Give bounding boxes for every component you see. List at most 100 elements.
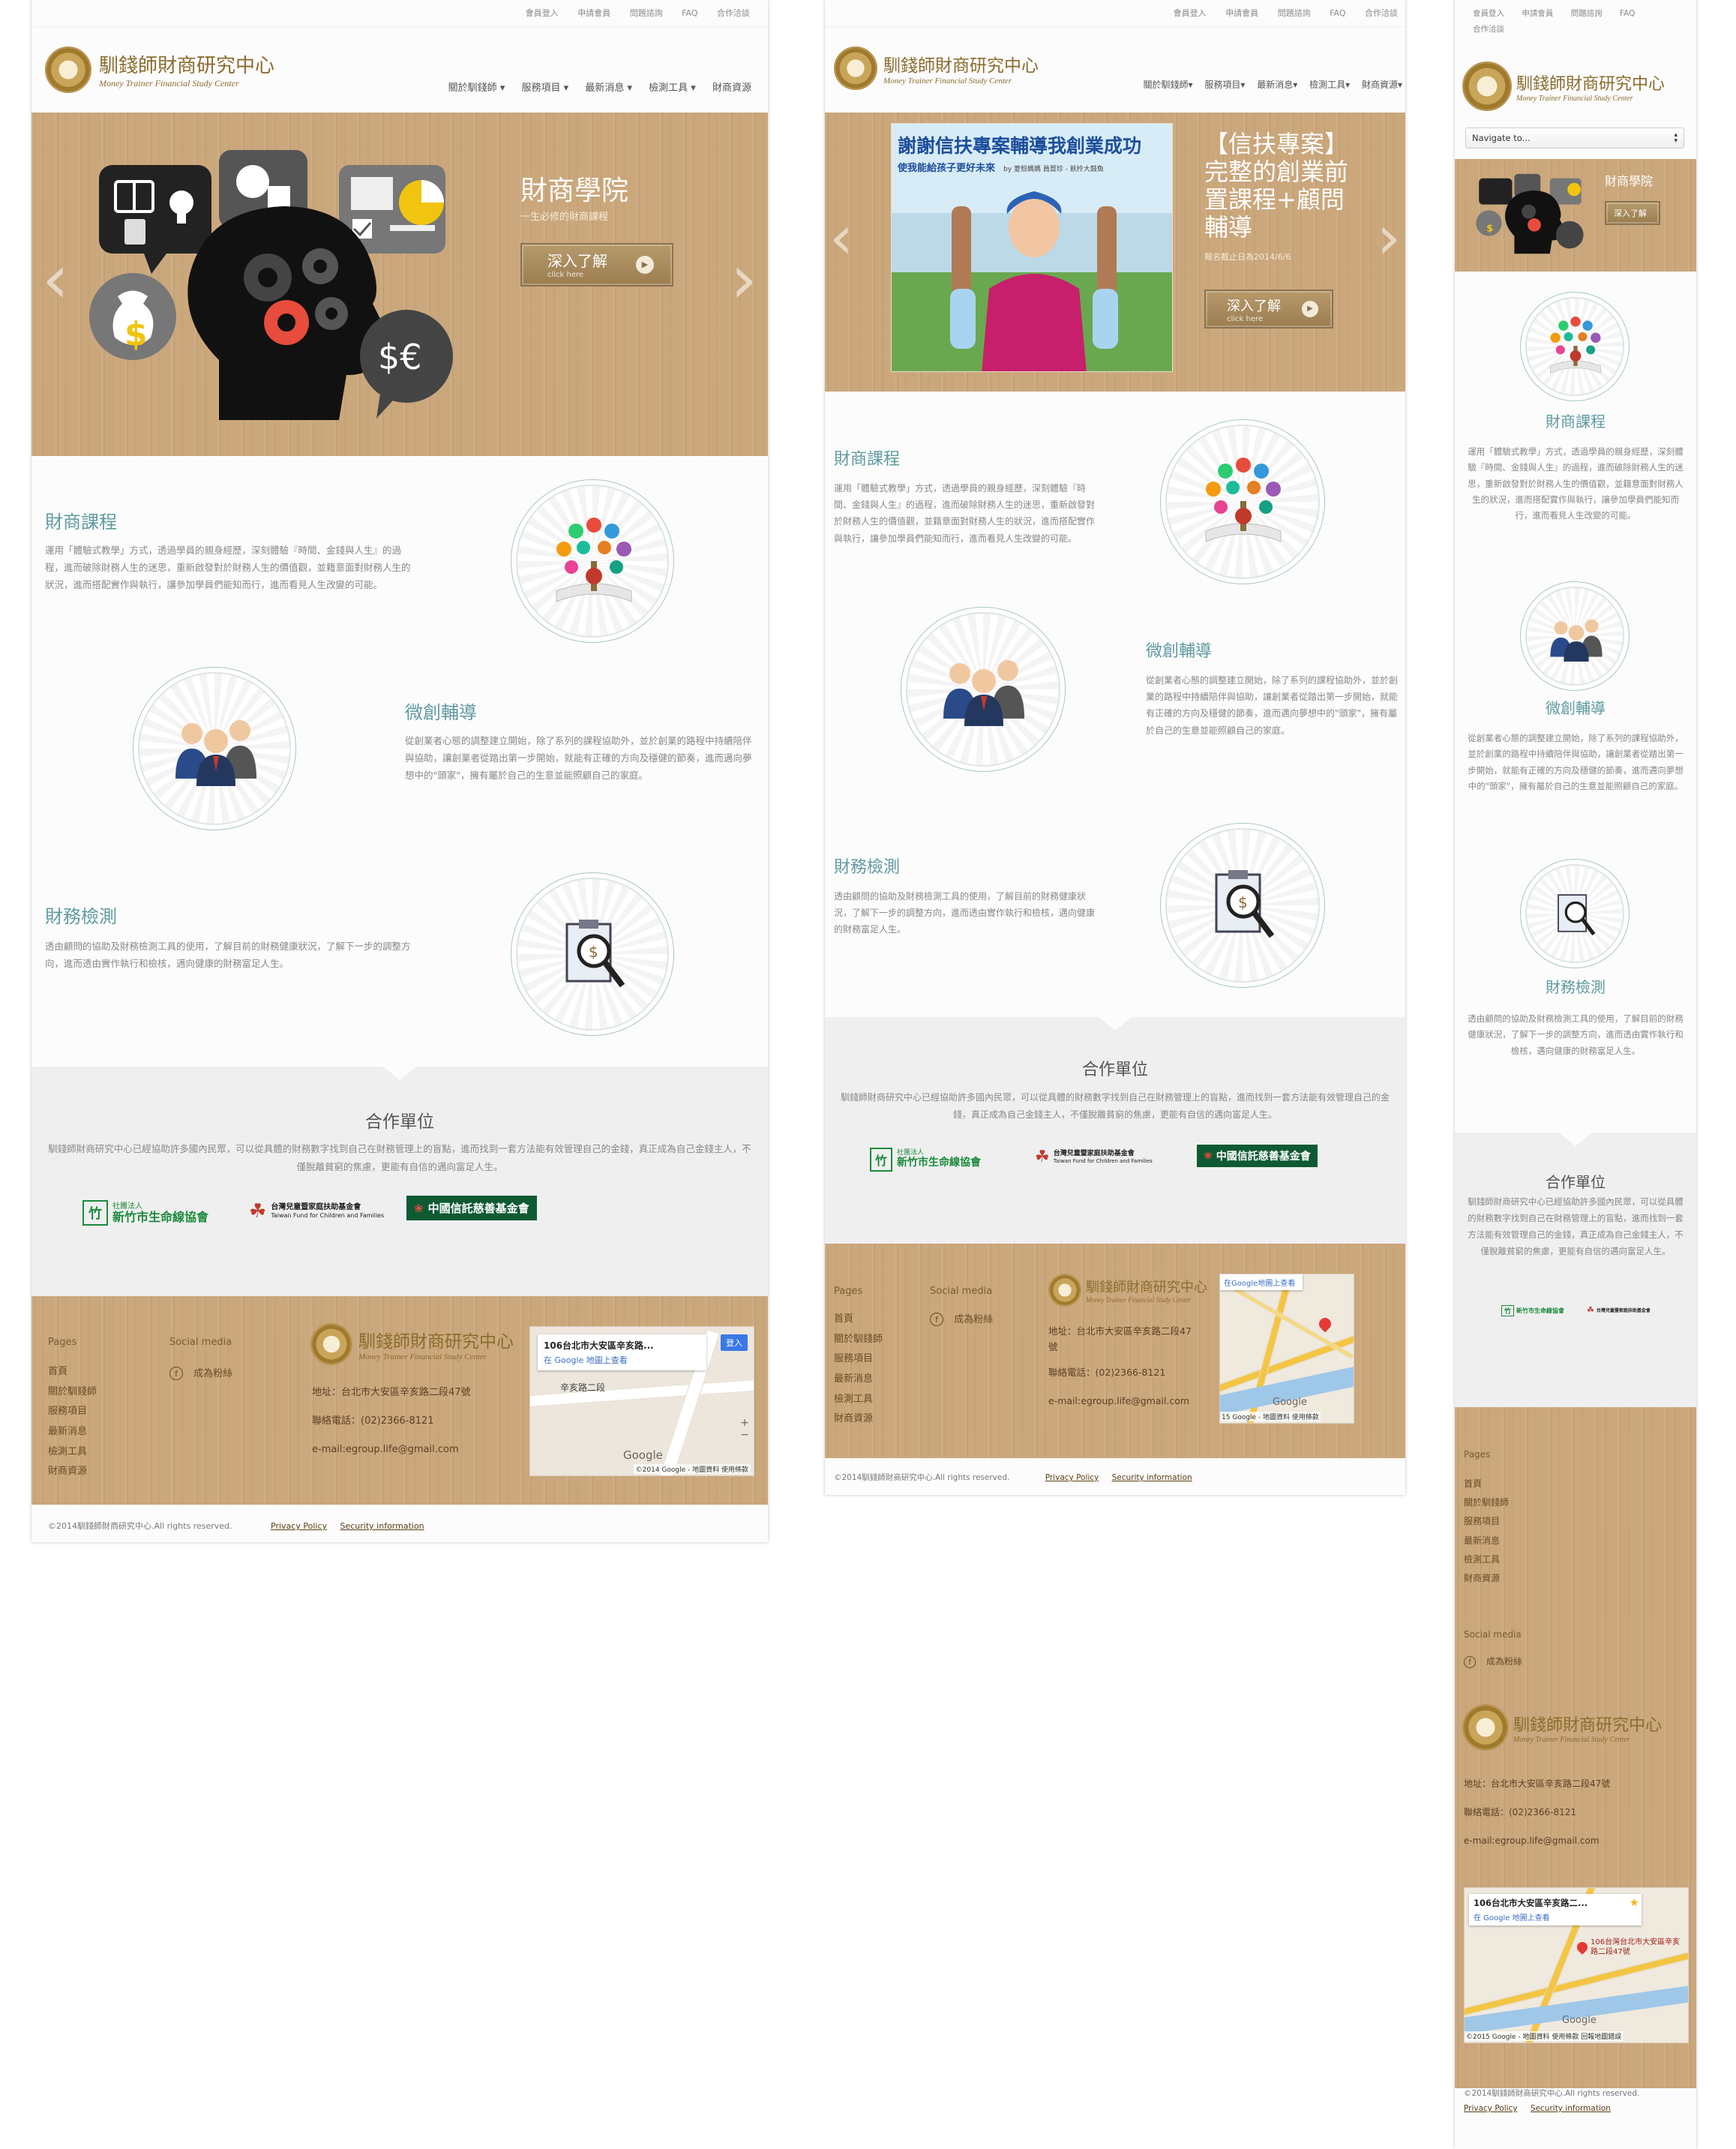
footer-fan-link[interactable]: f 成為粉絲 (169, 1365, 232, 1380)
nav-item-tools[interactable]: 檢測工具 ▾ (649, 83, 696, 94)
slider-prev-arrow[interactable]: ‹ (42, 240, 69, 319)
partner-logo-ctbc[interactable]: ❀ 中國信託慈善基金會 (406, 1196, 537, 1220)
privacy-link[interactable]: Privacy Policy (271, 1521, 327, 1531)
nav-item-about[interactable]: 關於馴錢師 ▾ (448, 83, 505, 94)
privacy-link[interactable]: Privacy Policy (1464, 2104, 1518, 2113)
topbar-link-faq[interactable]: FAQ (1620, 9, 1635, 18)
topbar-link-cooperation[interactable]: 合作洽談 (717, 0, 750, 27)
topbar-link-faq[interactable]: FAQ (1330, 0, 1345, 27)
nav-item-resources[interactable]: 財商資源▾ (1362, 80, 1402, 90)
hero-more-button[interactable]: 深入了解 (1605, 201, 1660, 225)
partner-logo-tfcf[interactable]: ☘ 台灣兒童暨家庭扶助基金會 Taiwan Fund for Children a… (249, 1200, 384, 1223)
nav-item-services[interactable]: 服務項目 ▾ (522, 83, 569, 94)
course-tree-icon (516, 485, 669, 638)
mobile-nav-select[interactable]: Navigate to... ▴ ▾ (1465, 128, 1684, 149)
map-view-link[interactable]: 在Google地圖上查看 (1224, 1277, 1299, 1288)
topbar-link-login[interactable]: 會員登入 (1174, 0, 1207, 27)
security-link[interactable]: Security information (1531, 2104, 1611, 2113)
footer-link-resources[interactable]: 財商資源 (1464, 1569, 1509, 1588)
footer-link-tools[interactable]: 檢測工具 (1464, 1550, 1509, 1569)
footer-link-home[interactable]: 首頁 (48, 1362, 97, 1382)
footer-link-about[interactable]: 關於馴錢師 (834, 1330, 883, 1350)
footer-link-news[interactable]: 最新消息 (1464, 1532, 1509, 1550)
hero-more-button[interactable]: 深入了解 click here ▶ (520, 243, 673, 287)
slider-next-arrow[interactable]: › (1377, 203, 1401, 272)
footer-address: 地址：台北市大安區辛亥路二段47號 (312, 1387, 471, 1398)
footer-link-about[interactable]: 關於馴錢師 (48, 1382, 97, 1403)
mobile-mockup: 會員登入 申請會員 問題諮詢 FAQ 合作洽談 馴錢師財商研究中心 Money T… (1455, 0, 1696, 2149)
footer-link-resources[interactable]: 財商資源 (834, 1409, 883, 1430)
map-attribution: 15 Google - 地圖資料 使用條款 (1220, 1412, 1321, 1421)
security-link[interactable]: Security information (1112, 1473, 1192, 1482)
footer-social-title: Social media (1464, 1629, 1522, 1640)
success-story-banner[interactable]: 謝謝信扶專案輔導我創業成功 使我能給孩子更好未來 by 菱殼媽媽 員貿珍 - 飫… (891, 123, 1173, 372)
topbar-link-login[interactable]: 會員登入 (526, 0, 559, 27)
footer-map[interactable]: 在Google地圖上查看 Google 15 Google - 地圖資料 使用條… (1219, 1274, 1354, 1424)
copyright-text: ©2014馴錢師財商研究中心.All rights reserved. (1464, 2089, 1640, 2098)
footer-fan-link[interactable]: f 成為粉絲 (1464, 1655, 1522, 1668)
topbar-link-inquiry[interactable]: 問題諮詢 (1571, 9, 1603, 18)
footer-link-tools[interactable]: 檢測工具 (834, 1390, 883, 1410)
topbar-link-register[interactable]: 申請會員 (577, 0, 610, 27)
slider-next-arrow[interactable]: › (730, 240, 757, 319)
site-footer: Pages 首頁 關於馴錢師 服務項目 最新消息 檢測工具 財商資源 Socia… (1455, 1407, 1696, 2088)
footer-link-services[interactable]: 服務項目 (48, 1402, 97, 1422)
nav-item-news[interactable]: 最新消息▾ (1257, 80, 1297, 90)
nav-item-resources[interactable]: 財商資源 (712, 83, 751, 94)
topbar-link-inquiry[interactable]: 問題諮詢 (630, 0, 663, 27)
footer-link-news[interactable]: 最新消息 (48, 1422, 97, 1442)
footer-fan-link[interactable]: f 成為粉絲 (930, 1311, 993, 1326)
nav-item-tools[interactable]: 檢測工具▾ (1309, 80, 1350, 90)
star-icon[interactable]: ★ (1630, 1897, 1639, 1909)
topbar-link-faq[interactable]: FAQ (682, 0, 697, 27)
footer-email[interactable]: e-mail:egroup.life@gmail.com (1048, 1396, 1189, 1406)
map-google-logo: Google (623, 1448, 663, 1462)
map-view-link[interactable]: 在 Google 地圖上查看 (544, 1354, 700, 1366)
map-login-button[interactable]: 登入 (721, 1334, 748, 1351)
footer-link-news[interactable]: 最新消息 (834, 1370, 883, 1390)
footer-address: 地址：台北市大安區辛亥路二段47號 (1048, 1325, 1192, 1353)
footer-map[interactable]: 辛亥路二段 106台北市大安區辛亥路... 在 Google 地圖上查看 登入 … (529, 1326, 754, 1476)
partner-logo-tfcf[interactable]: ☘ 台灣兒童暨家庭扶助基金會 Taiwan Fund for Children a… (1035, 1148, 1153, 1166)
footer-link-services[interactable]: 服務項目 (834, 1349, 883, 1370)
hero-more-button[interactable]: 深入了解 click here ▶ (1204, 290, 1333, 329)
security-link[interactable]: Security information (340, 1521, 424, 1531)
footer-link-tools[interactable]: 檢測工具 (48, 1442, 97, 1463)
footer-link-home[interactable]: 首頁 (834, 1310, 883, 1330)
partner-logo-lifeline[interactable]: 竹 社團法人 新竹市生命線協會 (870, 1148, 981, 1172)
footer-map[interactable]: 106台灣台北市大安區辛亥路二段47號 106台北市大安區辛亥路二... 在 G… (1464, 1887, 1689, 2043)
topbar-link-inquiry[interactable]: 問題諮詢 (1278, 0, 1311, 27)
site-logo[interactable]: 馴錢師財商研究中心 Money Trainer Financial Study C… (834, 47, 1039, 90)
footer-link-resources[interactable]: 財商資源 (48, 1462, 97, 1482)
partner-logo-lifeline[interactable]: 竹 社團法人 新竹市生命線協會 (82, 1200, 208, 1226)
footer-link-about[interactable]: 關於馴錢師 (1464, 1493, 1509, 1512)
nav-item-about[interactable]: 關於馴錢師▾ (1143, 80, 1192, 90)
topbar-link-register[interactable]: 申請會員 (1522, 9, 1553, 18)
slider-prev-arrow[interactable]: ‹ (829, 203, 853, 272)
footer-link-services[interactable]: 服務項目 (1464, 1512, 1509, 1531)
footer-email[interactable]: e-mail:egroup.life@gmail.com (1464, 1836, 1600, 1845)
map-zoom-control[interactable]: + − (740, 1417, 749, 1441)
nav-item-services[interactable]: 服務項目▾ (1204, 80, 1245, 90)
topbar-link-cooperation[interactable]: 合作洽談 (1473, 25, 1504, 34)
consultants-icon (1525, 587, 1624, 686)
footer-email[interactable]: e-mail:egroup.life@gmail.com (312, 1445, 459, 1454)
privacy-link[interactable]: Privacy Policy (1045, 1473, 1099, 1482)
nav-item-news[interactable]: 最新消息 ▾ (585, 83, 632, 94)
footer-logo: 馴錢師財商研究中心 Money Trainer Financial Study C… (1462, 1704, 1662, 1751)
head-with-gears-illustration: $ (1476, 173, 1584, 254)
partner-logo-lifeline[interactable]: 竹 新竹市生命線協會 (1501, 1305, 1564, 1316)
magnifier-clipboard-icon (1525, 864, 1624, 963)
partner-logo-tfcf[interactable]: ☘ 台灣兒童暨家庭扶助基金會 (1587, 1305, 1651, 1315)
logo-medal-icon (1048, 1274, 1081, 1307)
topbar-link-login[interactable]: 會員登入 (1473, 9, 1504, 18)
map-view-link[interactable]: 在 Google 地圖上查看 (1474, 1911, 1637, 1922)
site-logo[interactable]: 馴錢師財商研究中心 Money Trainer Financial Study … (45, 47, 274, 93)
topbar-link-register[interactable]: 申請會員 (1225, 0, 1258, 27)
site-logo[interactable]: 馴錢師財商研究中心 Money Trainer Financial Study C… (1462, 62, 1665, 111)
banner-title: 謝謝信扶專案輔導我創業成功 (898, 135, 1142, 157)
footer-link-home[interactable]: 首頁 (1464, 1475, 1509, 1493)
map-google-logo: Google (1273, 1397, 1307, 1408)
topbar-link-cooperation[interactable]: 合作洽談 (1365, 0, 1398, 27)
partner-logo-ctbc[interactable]: ❀ 中國信託慈善基金會 (1197, 1145, 1318, 1167)
